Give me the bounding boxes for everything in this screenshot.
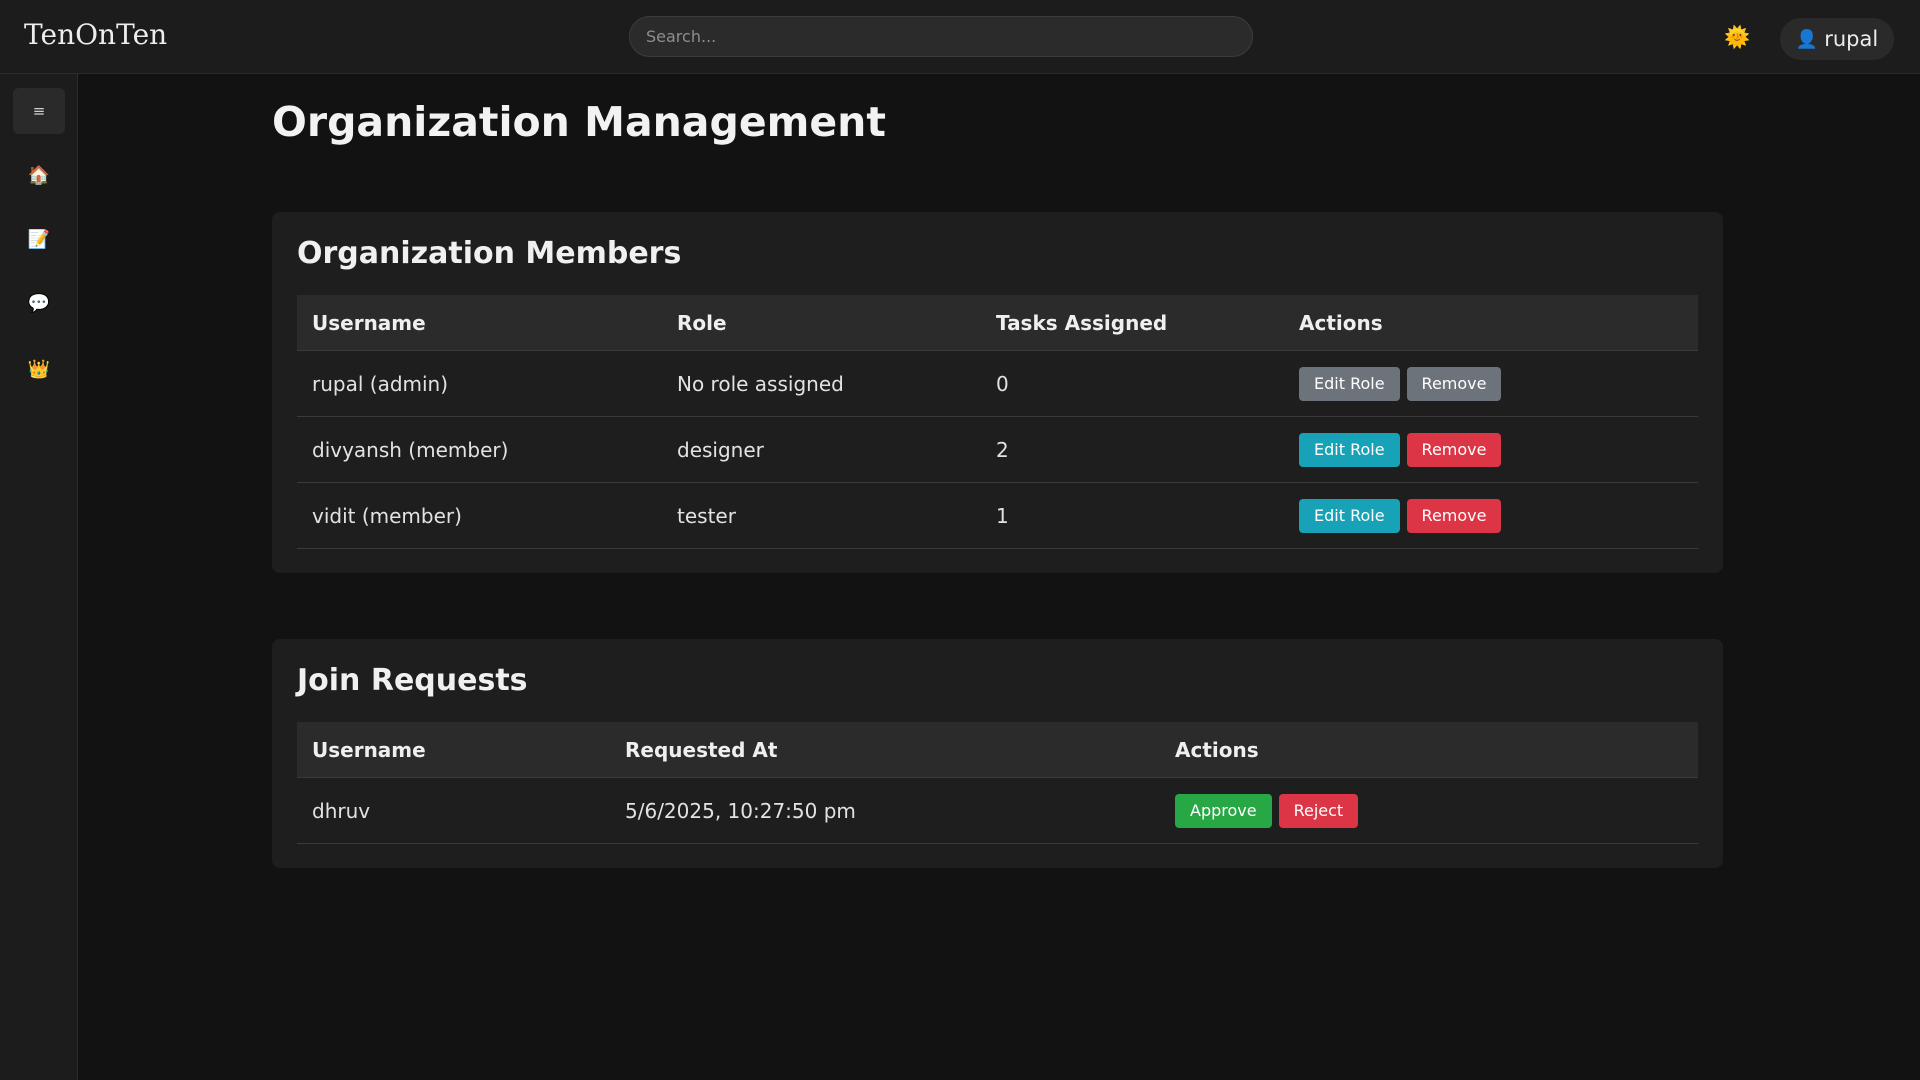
member-role: No role assigned [662, 350, 981, 417]
edit-role-button[interactable]: Edit Role [1299, 366, 1400, 401]
requests-header-row: Username Requested At Actions [297, 722, 1698, 778]
member-actions: Edit Role Remove [1284, 416, 1698, 483]
members-section-title: Organization Members [297, 236, 682, 271]
edit-role-button[interactable]: Edit Role [1299, 498, 1400, 533]
theme-toggle-sun-icon[interactable]: 🌞 [1724, 25, 1750, 49]
sidebar-home-icon[interactable]: 🏠 [13, 152, 65, 198]
organization-members-card: Organization Members Username Role Tasks… [272, 212, 1723, 573]
column-header-requested-at: Requested At [610, 722, 1160, 778]
table-row: dhruv 5/6/2025, 10:27:50 pm Approve Rejec… [297, 777, 1698, 844]
request-actions: Approve Reject [1160, 777, 1698, 844]
members-table: Username Role Tasks Assigned Actions rup… [297, 295, 1698, 549]
request-username: dhruv [297, 777, 610, 844]
member-username: vidit (member) [297, 482, 662, 549]
column-header-username: Username [297, 722, 610, 778]
member-tasks: 2 [981, 416, 1284, 483]
sidebar-menu-icon[interactable]: ≡ [13, 88, 65, 134]
member-actions: Edit Role Remove [1284, 482, 1698, 549]
remove-member-button[interactable]: Remove [1406, 432, 1502, 467]
join-requests-table: Username Requested At Actions dhruv 5/6/… [297, 722, 1698, 844]
join-requests-title: Join Requests [297, 663, 528, 698]
username-label: rupal [1824, 27, 1879, 51]
search-input[interactable] [629, 16, 1253, 57]
member-actions: Edit Role Remove [1284, 350, 1698, 417]
column-header-role: Role [662, 295, 981, 351]
column-header-username: Username [297, 295, 662, 351]
page-title: Organization Management [272, 98, 886, 146]
remove-member-button[interactable]: Remove [1406, 498, 1502, 533]
column-header-tasks-assigned: Tasks Assigned [981, 295, 1284, 351]
member-username: rupal (admin) [297, 350, 662, 417]
sidebar: ≡ 🏠 📝 💬 👑 [0, 74, 78, 1080]
column-header-actions: Actions [1160, 722, 1698, 778]
column-header-actions: Actions [1284, 295, 1698, 351]
request-timestamp: 5/6/2025, 10:27:50 pm [610, 777, 1160, 844]
sidebar-crown-icon[interactable]: 👑 [13, 346, 65, 392]
app-logo[interactable]: TenOnTen [24, 18, 167, 51]
sidebar-chat-icon[interactable]: 💬 [13, 280, 65, 326]
remove-member-button[interactable]: Remove [1406, 366, 1502, 401]
top-bar: TenOnTen 🌞 👤 rupal [0, 0, 1920, 74]
edit-role-button[interactable]: Edit Role [1299, 432, 1400, 467]
member-role: tester [662, 482, 981, 549]
sidebar-notes-icon[interactable]: 📝 [13, 216, 65, 262]
table-row: rupal (admin) No role assigned 0 Edit Ro… [297, 350, 1698, 417]
members-header-row: Username Role Tasks Assigned Actions [297, 295, 1698, 351]
member-tasks: 1 [981, 482, 1284, 549]
member-username: divyansh (member) [297, 416, 662, 483]
reject-button[interactable]: Reject [1278, 793, 1359, 828]
user-menu-button[interactable]: 👤 rupal [1780, 18, 1894, 60]
member-tasks: 0 [981, 350, 1284, 417]
table-row: divyansh (member) designer 2 Edit Role Re… [297, 416, 1698, 483]
approve-button[interactable]: Approve [1175, 793, 1272, 828]
user-avatar-icon: 👤 [1795, 28, 1819, 50]
join-requests-card: Join Requests Username Requested At Acti… [272, 639, 1723, 868]
table-row: vidit (member) tester 1 Edit Role Remove [297, 482, 1698, 549]
member-role: designer [662, 416, 981, 483]
